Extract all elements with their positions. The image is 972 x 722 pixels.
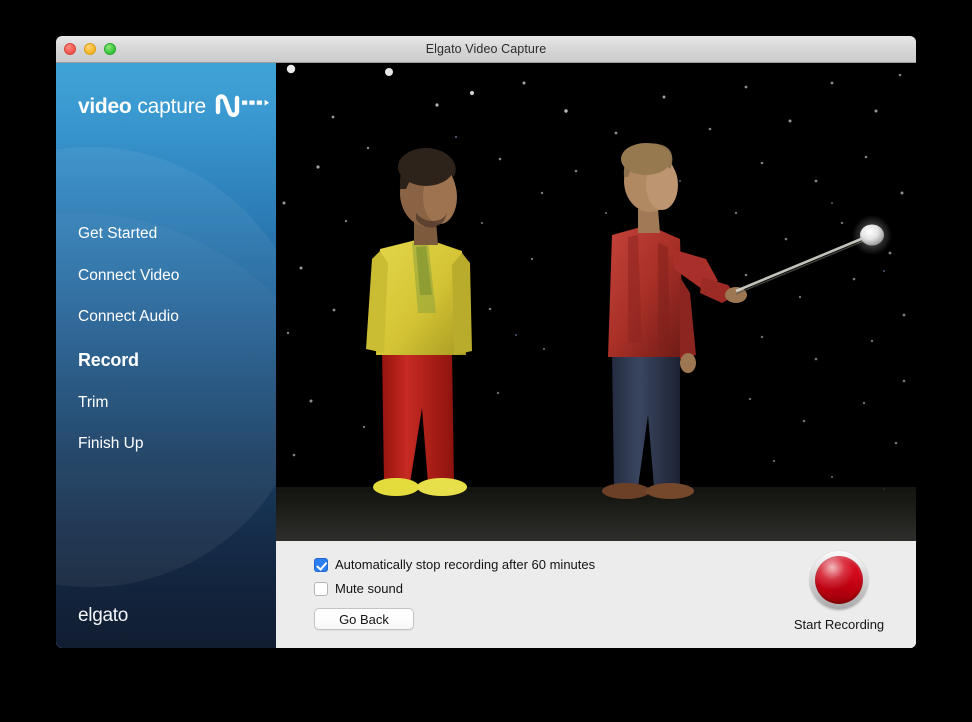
sidebar-nav: Get Started Connect Video Connect Audio … — [78, 226, 268, 478]
sidebar-item-finish-up[interactable]: Finish Up — [78, 436, 268, 452]
go-back-button[interactable]: Go Back — [314, 608, 414, 630]
sidebar: video capture Get Started Connect Video … — [56, 63, 276, 648]
sidebar-item-connect-audio[interactable]: Connect Audio — [78, 309, 268, 325]
auto-stop-checkbox-row[interactable]: Automatically stop recording after 60 mi… — [314, 557, 595, 572]
window-title: Elgato Video Capture — [425, 42, 547, 56]
sidebar-item-trim[interactable]: Trim — [78, 394, 268, 411]
controls-panel: Automatically stop recording after 60 mi… — [276, 541, 916, 648]
window-controls — [64, 36, 116, 62]
main-panel: Automatically stop recording after 60 mi… — [276, 63, 916, 648]
window-body: video capture Get Started Connect Video … — [56, 63, 916, 648]
video-preview[interactable] — [276, 63, 916, 541]
window-titlebar[interactable]: Elgato Video Capture — [56, 36, 916, 63]
auto-stop-label: Automatically stop recording after 60 mi… — [335, 557, 596, 572]
minimize-button-icon[interactable] — [84, 43, 96, 55]
elgato-wordmark: elgato — [78, 605, 128, 626]
screen: Elgato Video Capture video capture Get S… — [0, 0, 972, 722]
mute-sound-checkbox-row[interactable]: Mute sound — [314, 581, 403, 596]
auto-stop-checkbox[interactable] — [314, 557, 328, 572]
sidebar-item-connect-video[interactable]: Connect Video — [78, 267, 268, 284]
sidebar-item-record[interactable]: Record — [78, 351, 268, 369]
waveform-icon — [215, 91, 271, 122]
mute-sound-label: Mute sound — [335, 581, 403, 596]
start-recording-button[interactable] — [810, 551, 868, 609]
start-recording-label: Start Recording — [793, 617, 885, 632]
zoom-button-icon[interactable] — [104, 43, 116, 55]
sidebar-item-get-started[interactable]: Get Started — [78, 226, 268, 242]
video-frame-graphic — [276, 63, 916, 541]
close-button-icon[interactable] — [64, 43, 76, 55]
brand-logo: video capture — [78, 91, 271, 122]
brand-word-capture: capture — [137, 94, 207, 118]
brand-word-video: video — [78, 94, 132, 118]
start-recording-control: Start Recording — [784, 551, 894, 632]
record-dot-icon — [815, 556, 863, 604]
mute-sound-checkbox[interactable] — [314, 581, 328, 596]
app-window: Elgato Video Capture video capture Get S… — [56, 36, 916, 648]
